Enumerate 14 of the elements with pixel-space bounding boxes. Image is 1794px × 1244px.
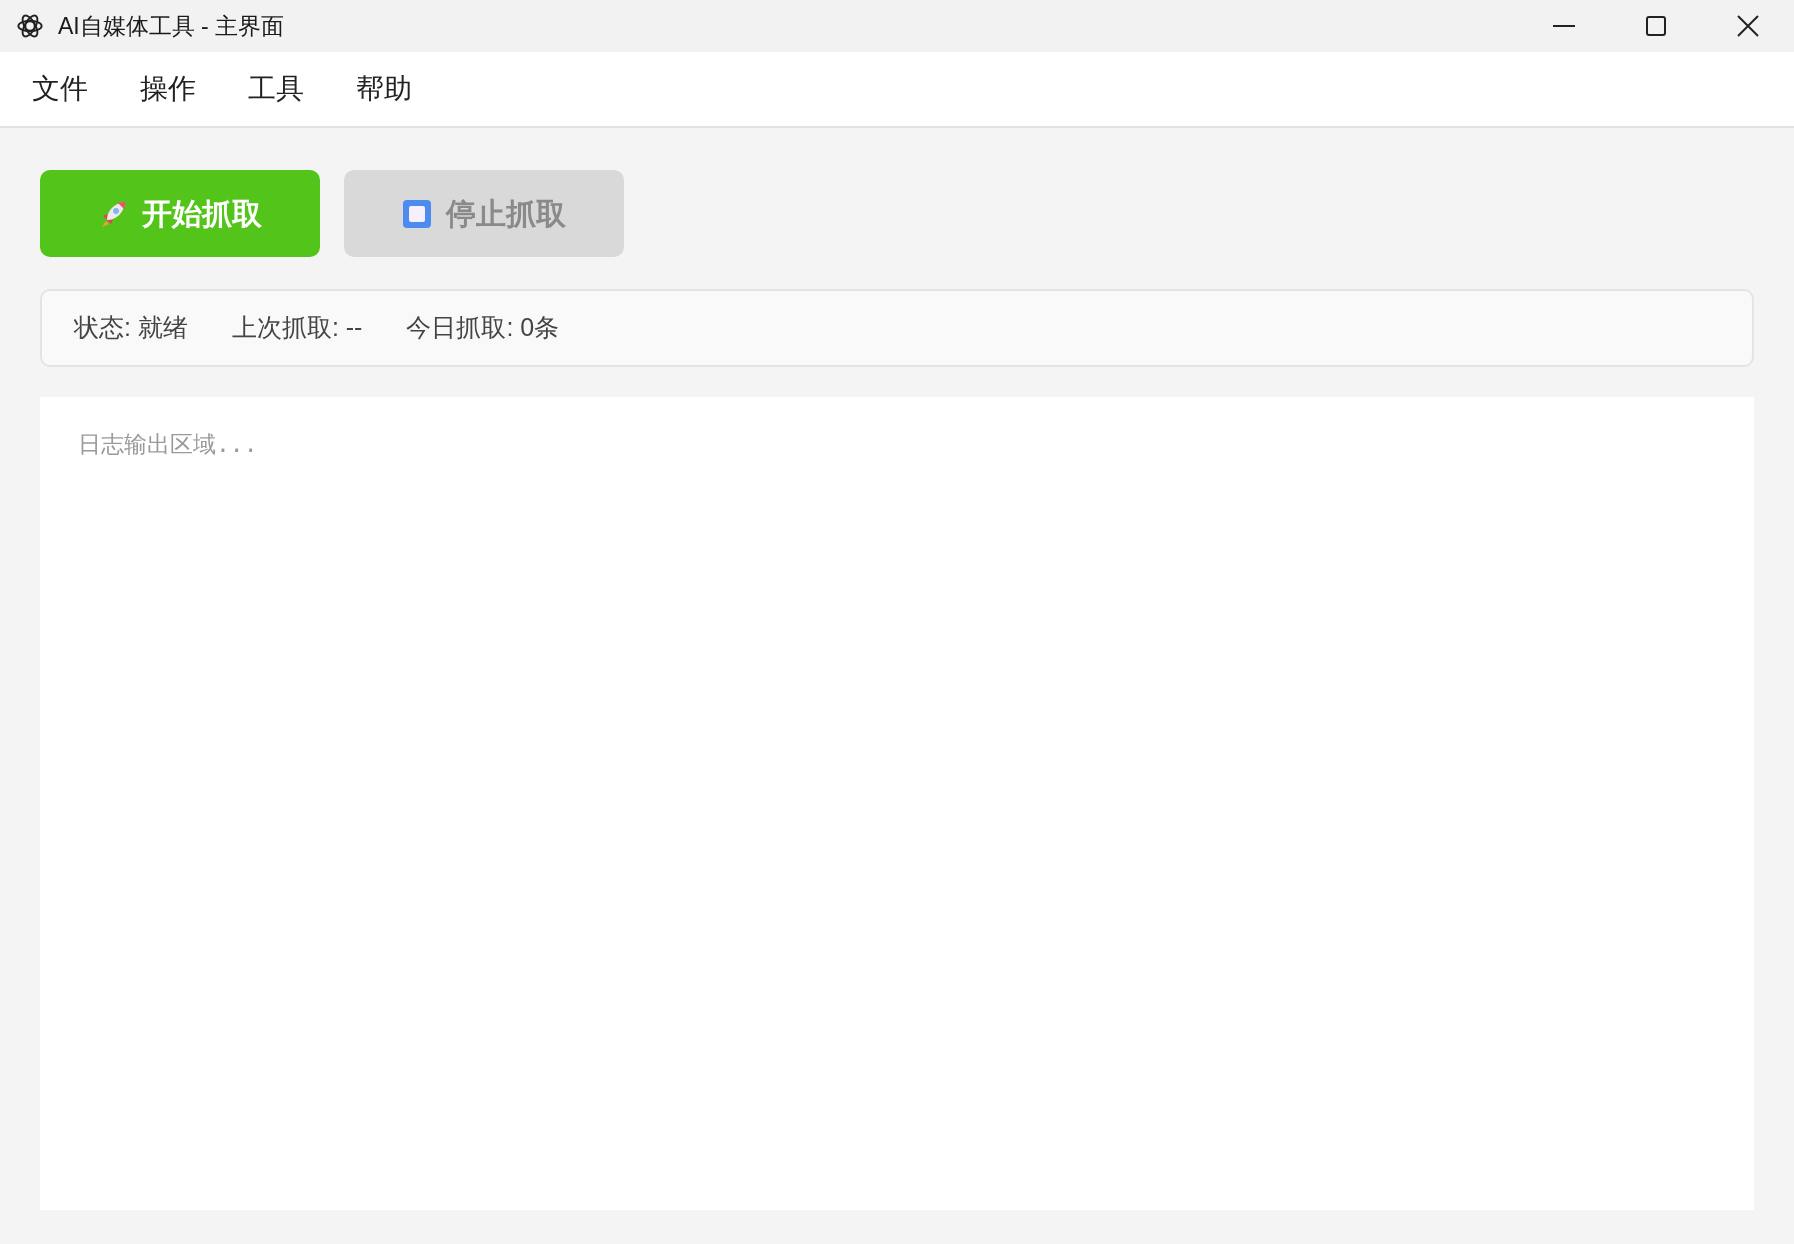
maximize-icon [1646,16,1666,36]
app-logo-icon [16,12,44,40]
menu-item[interactable]: 操作 [130,68,206,110]
minimize-icon [1553,25,1575,27]
menu-item[interactable]: 文件 [22,68,98,110]
status-text: 上次抓取: -- [231,312,363,344]
window-title: AI自媒体工具 - 主界面 [58,11,285,41]
status-text: 今日抓取: 0条 [406,312,560,344]
stop-icon [402,198,432,229]
close-icon [1737,15,1759,37]
log-output-field[interactable]: 日志输出区域... [40,397,1754,1210]
menu-item[interactable]: 工具 [238,68,314,110]
menu-item[interactable]: 帮助 [346,68,422,110]
status-text: 状态: 就绪 [74,312,188,344]
